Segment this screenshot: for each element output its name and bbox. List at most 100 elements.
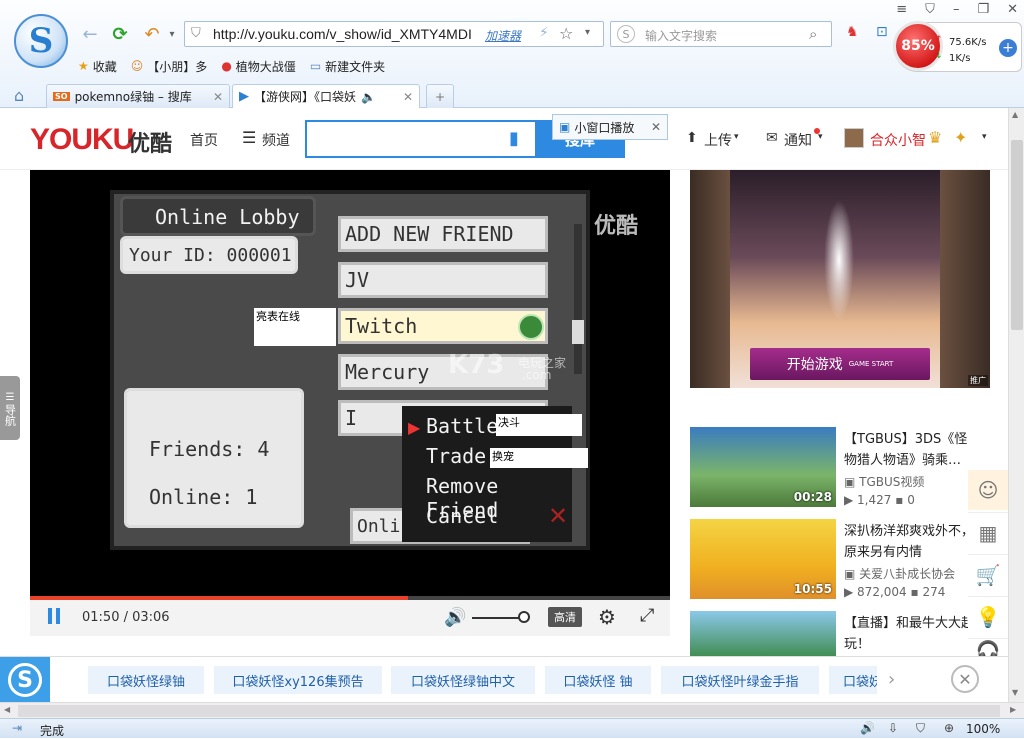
gear-icon[interactable]: ⚙	[598, 605, 616, 629]
download-icon[interactable]: ⇩	[888, 721, 898, 735]
chevron-right-icon[interactable]: ›	[888, 669, 895, 690]
close-icon[interactable]: ✕	[951, 665, 979, 693]
nav-channel[interactable]: 频道	[262, 130, 290, 150]
video-player[interactable]: Online Lobby Your ID: 000001 Friends: 4 …	[30, 170, 670, 596]
tab-close-icon[interactable]: ✕	[213, 90, 223, 104]
skin-icon[interactable]: ⛉	[925, 2, 935, 17]
bulb-icon[interactable]: 💡	[968, 596, 1008, 636]
bookmark-item[interactable]: ★ 收藏	[78, 58, 117, 75]
quality-button[interactable]: 高清	[548, 607, 582, 627]
youku-logo-cn[interactable]: 优酷	[128, 126, 172, 158]
favorite-star-icon[interactable]: ☆	[559, 24, 573, 43]
video-thumbnail[interactable]	[690, 611, 836, 656]
home-icon[interactable]: ⌂	[14, 86, 24, 105]
suggestion-chip[interactable]: 口袋妖	[829, 666, 877, 694]
bookmark-item[interactable]: ☺ 【小朋】多	[131, 58, 208, 75]
notify-menu[interactable]: 通知	[784, 130, 812, 150]
shield-icon[interactable]: ⛉	[916, 721, 925, 736]
suggestion-chip[interactable]: 口袋妖怪xy126集预告	[214, 666, 382, 694]
vertical-scroll-thumb[interactable]	[1011, 140, 1023, 330]
close-icon[interactable]: ✕	[651, 120, 661, 134]
scroll-left-icon[interactable]: ◀	[4, 705, 10, 714]
list-item[interactable]: 【直播】和最牛大大起玩！	[690, 611, 990, 656]
fullscreen-icon[interactable]: ⤢	[640, 605, 654, 626]
scroll-down-icon[interactable]: ▼	[1012, 688, 1018, 697]
left-nav-toggle[interactable]: ☰ 导航	[0, 376, 20, 440]
your-id-box: Your ID: 000001	[120, 236, 298, 274]
menu-icon[interactable]: ≡	[896, 2, 907, 17]
volume-icon[interactable]: 🔊	[860, 721, 875, 735]
tab-search[interactable]: SO pokemno绿铀 – 搜库 ✕	[46, 84, 230, 108]
tools-icon[interactable]: ⊡	[876, 24, 888, 40]
video-title[interactable]: 【直播】和最牛大大起玩！	[844, 613, 974, 655]
search-icon[interactable]: ⌕	[809, 25, 817, 43]
scroll-up-icon[interactable]: ▲	[1012, 110, 1018, 119]
volume-knob[interactable]	[518, 611, 530, 623]
video-source[interactable]: ▣ TGBUS视频	[844, 473, 924, 490]
cart-icon[interactable]: 🛒	[968, 554, 1008, 594]
bookmark-item[interactable]: ▭ 新建文件夹	[310, 58, 385, 75]
extension-icon[interactable]: ♞	[846, 24, 859, 40]
sogou-browser-logo[interactable]: S	[14, 14, 68, 68]
tab-youku[interactable]: ▶ 【游侠网】《口袋妖 🔈 ✕	[232, 84, 420, 108]
url-text[interactable]: http://v.youku.com/v_show/id_XMTY4MDI	[213, 26, 472, 42]
suggestion-chip[interactable]: 口袋妖怪绿铀中文	[391, 666, 535, 694]
speaker-icon[interactable]: 🔈	[361, 90, 376, 104]
restore-icon[interactable]: ❐	[977, 2, 989, 17]
mini-window-popup[interactable]: ▣ 小窗口播放 ✕	[552, 114, 668, 140]
address-bar[interactable]: ⛉ http://v.youku.com/v_show/id_XMTY4MDI …	[184, 21, 604, 47]
user-name[interactable]: 合众小智	[870, 130, 926, 150]
new-tab-button[interactable]: +	[426, 84, 454, 108]
video-title[interactable]: 【TGBUS】3DS《怪物猎人物语》骑乘…	[844, 429, 974, 471]
youku-logo[interactable]: YOUKU	[30, 123, 134, 157]
suggestion-chip[interactable]: 口袋妖怪叶绿金手指	[661, 666, 819, 694]
horizontal-scrollbar[interactable]: ◀ ▶	[0, 702, 1024, 718]
ad-start-game-button[interactable]: 开始游戏 GAME START	[750, 348, 930, 380]
volume-icon[interactable]: 🔊	[444, 607, 466, 628]
url-dropdown-icon[interactable]: ▾	[585, 27, 590, 38]
list-item[interactable]: 00:28 【TGBUS】3DS《怪物猎人物语》骑乘… ▣ TGBUS视频 ▶ …	[690, 427, 990, 507]
search-engine-icon[interactable]: S	[617, 25, 635, 43]
speed-plus-icon[interactable]: +	[999, 39, 1017, 57]
zoom-level[interactable]: 100%	[966, 722, 1000, 736]
list-item[interactable]: 10:55 深扒杨洋郑爽戏外不，原来另有内情 ▣ 关爱八卦成长协会 ▶ 872,…	[690, 519, 990, 599]
sogou-logo[interactable]: S	[0, 657, 50, 703]
soku-icon: SO	[53, 92, 70, 101]
chevron-down-icon[interactable]: ▾	[982, 132, 987, 142]
game-ad-banner[interactable]: 开始游戏 GAME START 推广	[690, 170, 990, 388]
nav-home[interactable]: 首页	[190, 130, 218, 150]
network-speed-widget[interactable]: 85% ↑ 75.6K/s ↓ 1K/s +	[893, 21, 1022, 72]
video-title[interactable]: 深扒杨洋郑爽戏外不，原来另有内情	[844, 521, 974, 563]
avatar[interactable]	[844, 128, 864, 148]
tab-close-icon[interactable]: ✕	[403, 90, 413, 104]
scroll-right-icon[interactable]: ▶	[1010, 705, 1016, 714]
accelerator-link[interactable]: 加速器	[485, 27, 521, 44]
play-count-icon: ▶	[844, 493, 858, 507]
ad-tag: 推广	[968, 375, 988, 386]
mascot-icon[interactable]: ☺	[968, 470, 1008, 510]
refresh-icon[interactable]: ⟳	[108, 22, 132, 46]
undo-dropdown-icon[interactable]: ▾	[160, 22, 184, 46]
youku-search-input[interactable]: ▮	[305, 120, 535, 158]
sidebar-toggle-icon[interactable]: ⇥	[12, 721, 22, 735]
video-thumbnail[interactable]: 10:55	[690, 519, 836, 599]
suggestion-chip[interactable]: 口袋妖怪绿铀	[88, 666, 204, 694]
bookmark-item[interactable]: ● 植物大战僵	[221, 58, 296, 75]
subtitle-battle: 决斗	[496, 414, 582, 436]
video-source[interactable]: ▣ 关爱八卦成长协会	[844, 565, 955, 582]
search-placeholder[interactable]: 输入文字搜索	[645, 27, 717, 44]
back-arrow-icon[interactable]: ←	[78, 22, 102, 46]
zoom-icon[interactable]: ⊕	[944, 721, 954, 735]
lightning-icon[interactable]: ⚡	[539, 25, 549, 41]
minimize-icon[interactable]: –	[953, 2, 960, 17]
pause-icon[interactable]	[48, 608, 68, 628]
qr-code-icon[interactable]: ▦	[968, 512, 1008, 552]
vertical-scrollbar[interactable]: ▲ ▼	[1008, 108, 1024, 702]
horizontal-scroll-thumb[interactable]	[18, 705, 1000, 717]
video-thumbnail[interactable]: 00:28	[690, 427, 836, 507]
suggestion-chip[interactable]: 口袋妖怪 铀	[545, 666, 651, 694]
close-icon[interactable]: ✕	[1007, 2, 1018, 17]
volume-slider[interactable]	[472, 617, 524, 619]
upload-menu[interactable]: 上传	[704, 130, 732, 150]
browser-search-box[interactable]: S 输入文字搜索 ⌕	[610, 21, 832, 47]
